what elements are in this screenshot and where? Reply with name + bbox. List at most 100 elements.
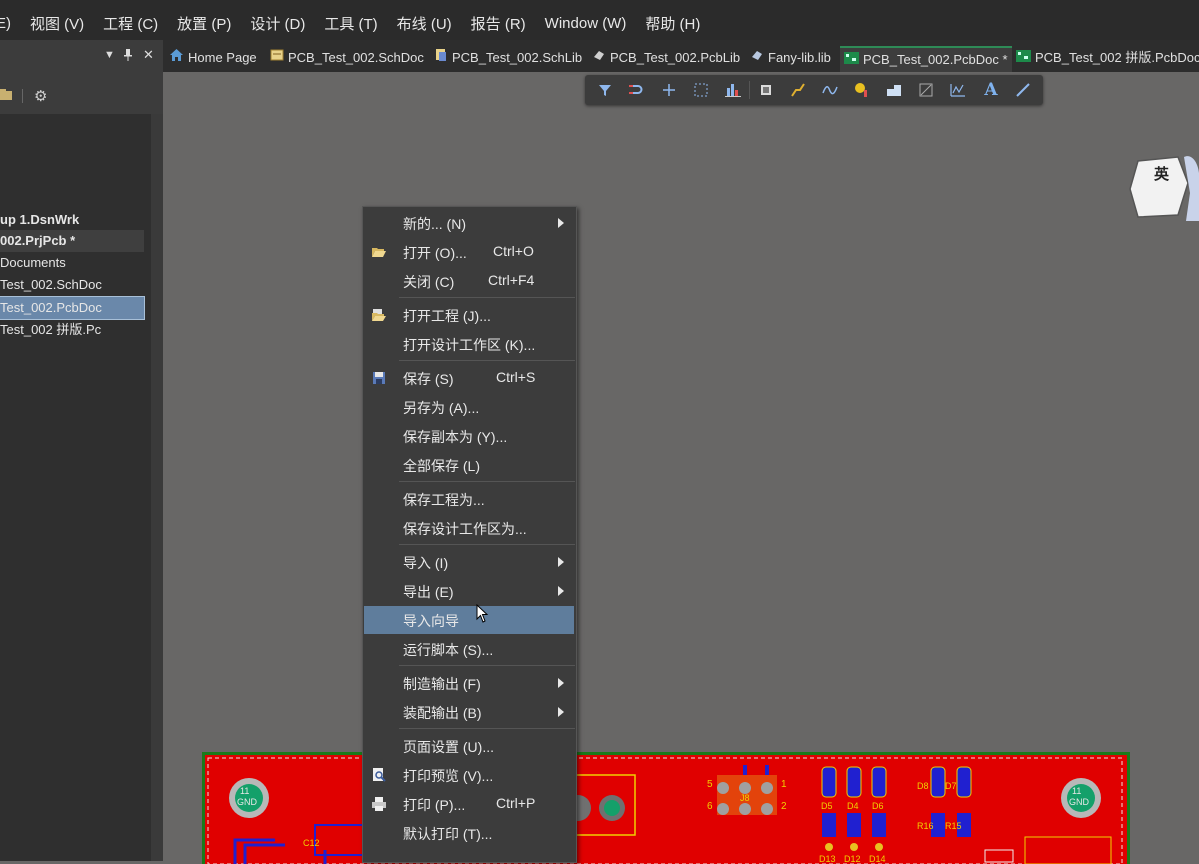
menu-item-fabrication-outputs[interactable]: 制造输出 (F) xyxy=(363,669,576,697)
tab-schlib[interactable]: PCB_Test_002.SchLib xyxy=(434,46,582,70)
pcb-board[interactable]: 11 GND 11 GND C12 J8 D5 D4 D6 D8 D7 R16 … xyxy=(202,752,1130,864)
schlib-icon xyxy=(434,47,448,69)
menu-separator xyxy=(399,665,575,666)
menu-place[interactable]: 放置 (P) xyxy=(177,13,231,34)
file-context-menu: 新的... (N) 打开 (O)... Ctrl+O 关闭 (C) Ctrl+F… xyxy=(362,206,577,863)
menu-item-label: 保存副本为 (Y)... xyxy=(403,429,508,445)
menu-item-save-all[interactable]: 全部保存 (L) xyxy=(363,451,576,479)
pin-label: 2 xyxy=(781,801,787,812)
menu-item-save[interactable]: 保存 (S) Ctrl+S xyxy=(363,364,576,392)
tab-label: PCB_Test_002 拼版.PcbDoc xyxy=(1035,50,1199,65)
menu-help[interactable]: 帮助 (H) xyxy=(645,13,700,34)
menu-item-label: 打开工程 (J)... xyxy=(403,308,491,324)
menu-item-save-project-as[interactable]: 保存工程为... xyxy=(363,485,576,513)
interactive-route-icon[interactable] xyxy=(819,79,841,101)
gear-icon[interactable]: ⚙ xyxy=(34,87,47,105)
menu-item-default-print[interactable]: 默认打印 (T)... xyxy=(363,819,576,847)
tree-item-workspace[interactable]: up 1.DsnWrk xyxy=(0,209,144,231)
menu-item-save-as[interactable]: 另存为 (A)... xyxy=(363,393,576,421)
save-icon xyxy=(371,370,387,386)
menu-item-print-preview[interactable]: 打印预览 (V)... xyxy=(363,761,576,789)
line-icon[interactable] xyxy=(1012,79,1034,101)
print-preview-icon xyxy=(371,767,387,783)
menu-item-label: 打开 (O)... xyxy=(403,245,467,261)
tree-item-schdoc[interactable]: Test_002.SchDoc xyxy=(0,274,144,296)
scrollbar[interactable] xyxy=(151,114,163,861)
menu-item-close[interactable]: 关闭 (C) Ctrl+F4 xyxy=(363,267,576,295)
align-icon[interactable] xyxy=(722,79,744,101)
menu-window[interactable]: Window (W) xyxy=(545,15,627,32)
menu-view[interactable]: 视图 (V) xyxy=(30,13,84,34)
menu-design[interactable]: 设计 (D) xyxy=(250,13,305,34)
component-icon[interactable] xyxy=(755,79,777,101)
submenu-arrow-icon xyxy=(558,557,564,567)
dimension-icon[interactable] xyxy=(947,79,969,101)
mount-hole-net: GND xyxy=(237,797,257,807)
tree-item-documents[interactable]: Documents xyxy=(0,252,144,274)
pin-icon[interactable] xyxy=(123,49,133,64)
tree-item-project[interactable]: 002.PrjPcb * xyxy=(0,230,144,252)
menu-item-open-project[interactable]: 打开工程 (J)... xyxy=(363,301,576,329)
projects-panel: ▼ ✕ ⚙ up 1.DsnWrk 002.PrjPcb * Documents… xyxy=(0,40,163,861)
menu-item-label: 默认打印 (T)... xyxy=(403,826,493,842)
menu-item-export[interactable]: 导出 (E) xyxy=(363,577,576,605)
menu-item-label: 关闭 (C) xyxy=(403,274,455,290)
active-bar: A xyxy=(585,75,1043,105)
menu-item-assembly-outputs[interactable]: 装配输出 (B) xyxy=(363,698,576,726)
menu-item-open-workspace[interactable]: 打开设计工作区 (K)... xyxy=(363,330,576,358)
menu-item-save-copy-as[interactable]: 保存副本为 (Y)... xyxy=(363,422,576,450)
region-icon[interactable] xyxy=(915,79,937,101)
text-icon[interactable]: A xyxy=(980,79,1002,101)
tab-pcblib[interactable]: PCB_Test_002.PcbLib xyxy=(592,46,740,70)
pcb-canvas[interactable] xyxy=(163,72,1199,861)
submenu-arrow-icon xyxy=(558,707,564,717)
pcblib-icon xyxy=(592,47,606,69)
folder-icon[interactable] xyxy=(0,88,14,105)
polygon-icon[interactable] xyxy=(883,79,905,101)
tab-label: PCB_Test_002.PcbLib xyxy=(610,50,741,65)
designator-label: R16 xyxy=(917,821,934,831)
select-rect-icon[interactable] xyxy=(690,79,712,101)
menu-item-page-setup[interactable]: 页面设置 (U)... xyxy=(363,732,576,760)
menu-item-label: 新的... (N) xyxy=(403,216,466,232)
shortcut-label: Ctrl+F4 xyxy=(488,272,535,288)
menu-item-print[interactable]: 打印 (P)... Ctrl+P xyxy=(363,790,576,818)
tab-fany-lib[interactable]: Fany-lib.lib xyxy=(750,46,831,70)
menu-separator xyxy=(399,360,575,361)
pad-icon[interactable] xyxy=(851,79,873,101)
tree-item-pcbdoc[interactable]: Test_002.PcbDoc xyxy=(0,296,145,320)
menu-item-new[interactable]: 新的... (N) xyxy=(363,209,576,237)
menu-item-save-workspace-as[interactable]: 保存设计工作区为... xyxy=(363,514,576,542)
tab-pcbdoc-active[interactable]: PCB_Test_002.PcbDoc * xyxy=(840,46,1012,72)
menu-item-run-script[interactable]: 运行脚本 (S)... xyxy=(363,635,576,663)
menu-item-import-wizard[interactable]: 导入向导 xyxy=(364,606,574,634)
open-folder-icon xyxy=(371,244,387,260)
menu-edit[interactable]: E) xyxy=(0,15,11,32)
menu-tools[interactable]: 工具 (T) xyxy=(324,13,377,34)
menu-project[interactable]: 工程 (C) xyxy=(103,13,158,34)
designator-label: C12 xyxy=(303,838,320,848)
route-icon[interactable] xyxy=(625,79,647,101)
close-icon[interactable]: ✕ xyxy=(143,47,154,63)
tab-panel-pcbdoc[interactable]: PCB_Test_002 拼版.PcbDoc xyxy=(1016,46,1199,70)
add-icon[interactable] xyxy=(658,79,680,101)
menu-item-label: 另存为 (A)... xyxy=(403,400,480,416)
menu-item-label: 打印 (P)... xyxy=(403,797,466,813)
tree-item-panel-pcbdoc[interactable]: Test_002 拼版.Pc xyxy=(0,319,144,341)
menu-item-label: 导出 (E) xyxy=(403,584,454,600)
designator-label: D12 xyxy=(844,854,861,864)
filter-icon[interactable] xyxy=(594,79,616,101)
track-icon[interactable] xyxy=(787,79,809,101)
menu-item-label: 打开设计工作区 (K)... xyxy=(403,337,536,353)
ime-indicator[interactable]: 英 xyxy=(1128,153,1199,221)
menu-route[interactable]: 布线 (U) xyxy=(397,13,452,34)
designator-label: D8 xyxy=(917,781,929,791)
panel-menu-icon[interactable]: ▼ xyxy=(104,49,115,61)
pcb-icon xyxy=(1016,47,1031,69)
designator-label: D5 xyxy=(821,801,833,811)
menu-item-open[interactable]: 打开 (O)... Ctrl+O xyxy=(363,238,576,266)
menu-reports[interactable]: 报告 (R) xyxy=(471,13,526,34)
tab-schdoc[interactable]: PCB_Test_002.SchDoc xyxy=(270,46,424,70)
menu-item-import[interactable]: 导入 (I) xyxy=(363,548,576,576)
tab-home-page[interactable]: Home Page xyxy=(169,46,257,70)
